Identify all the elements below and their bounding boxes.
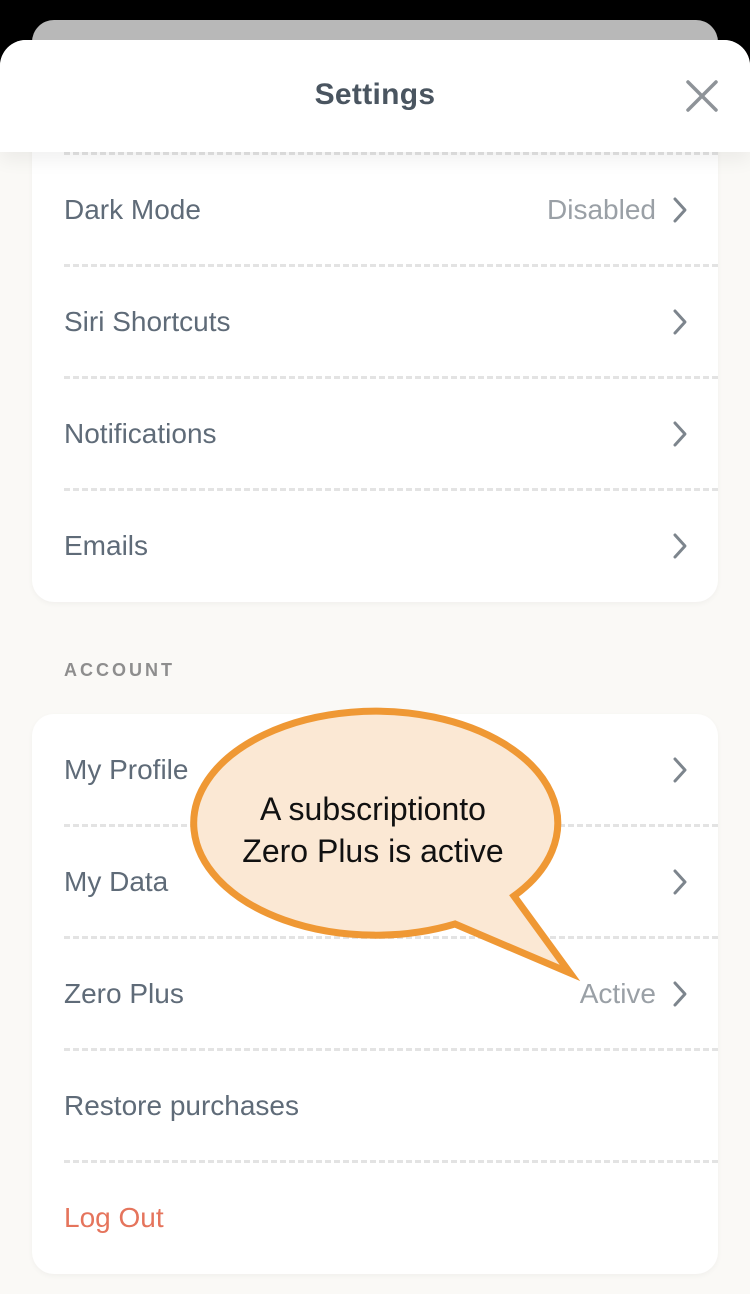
account-card: My Profile My Data Zero Plus Active Rest… (32, 714, 718, 1274)
row-label: Restore purchases (64, 1090, 300, 1121)
log-out-label: Log Out (64, 1202, 164, 1233)
chevron-right-icon (673, 869, 687, 895)
row-my-data[interactable]: My Data (32, 826, 718, 938)
section-label-account: ACCOUNT (64, 660, 175, 680)
row-my-profile[interactable]: My Profile (32, 714, 718, 826)
row-label: Dark Mode (64, 194, 201, 225)
row-label: My Profile (64, 754, 189, 785)
row-label: Siri Shortcuts (64, 306, 231, 337)
row-zero-plus[interactable]: Zero Plus Active (32, 938, 718, 1050)
header: Settings (0, 40, 750, 152)
chevron-right-icon (673, 533, 687, 559)
row-siri-shortcuts[interactable]: Siri Shortcuts (32, 266, 718, 378)
row-notifications[interactable]: Notifications (32, 378, 718, 490)
settings-sheet: Settings Dark Mode Disabled Siri Shortcu… (0, 40, 750, 1294)
row-label: My Data (64, 866, 169, 897)
chevron-right-icon (673, 757, 687, 783)
close-icon (686, 80, 718, 112)
row-dark-mode[interactable]: Dark Mode Disabled (32, 154, 718, 266)
row-emails[interactable]: Emails (32, 490, 718, 602)
row-label: Notifications (64, 418, 217, 449)
row-label: Zero Plus (64, 978, 184, 1009)
row-label: Emails (64, 530, 149, 561)
chevron-right-icon (673, 981, 687, 1007)
row-value: Active (579, 978, 656, 1009)
row-restore-purchases[interactable]: Restore purchases (32, 1050, 718, 1162)
chevron-right-icon (673, 309, 687, 335)
close-button[interactable] (680, 74, 724, 118)
chevron-right-icon (673, 421, 687, 447)
row-value: Disabled (547, 194, 656, 225)
page-title: Settings (314, 78, 436, 111)
screen: Settings Dark Mode Disabled Siri Shortcu… (0, 0, 750, 1294)
row-log-out[interactable]: Log Out (32, 1162, 718, 1274)
chevron-right-icon (673, 197, 687, 223)
